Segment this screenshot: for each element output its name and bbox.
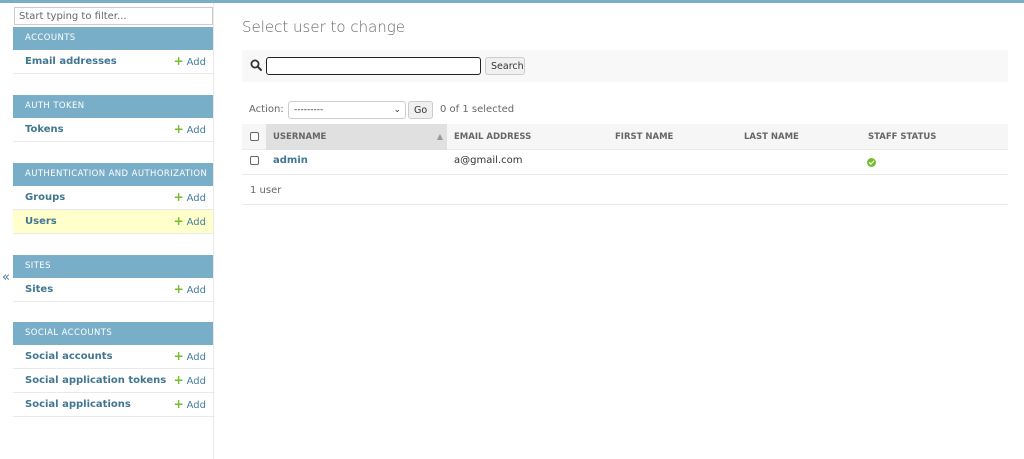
go-button[interactable]: Go bbox=[408, 101, 433, 119]
add-label: Add bbox=[186, 400, 206, 411]
column-header-staff-status[interactable]: STAFF STATUS bbox=[868, 124, 936, 150]
cell-username: admin bbox=[273, 150, 308, 175]
model-link-social-application-tokens[interactable]: Social application tokens bbox=[25, 375, 166, 386]
add-label: Add bbox=[186, 125, 206, 136]
column-label: USERNAME bbox=[273, 132, 327, 142]
sort-ascending-icon[interactable]: ▲ bbox=[437, 124, 443, 150]
plus-icon: + bbox=[173, 282, 184, 296]
plus-icon: + bbox=[173, 190, 184, 204]
column-header-last-name[interactable]: LAST NAME bbox=[744, 124, 799, 150]
column-header-username[interactable]: USERNAME ▲ bbox=[266, 124, 447, 150]
action-label: Action: bbox=[249, 104, 284, 115]
search-button[interactable]: Search bbox=[485, 57, 525, 75]
add-site-link[interactable]: + Add bbox=[174, 278, 206, 302]
plus-icon: + bbox=[173, 54, 184, 68]
add-group-link[interactable]: + Add bbox=[174, 186, 206, 210]
action-select-value: --------- bbox=[294, 105, 324, 115]
plus-icon: + bbox=[173, 122, 184, 136]
toggle-nav-sidebar-icon[interactable]: « bbox=[2, 270, 10, 285]
add-label: Add bbox=[186, 376, 206, 387]
sidebar-item-social-application-tokens: Social application tokens + Add bbox=[13, 369, 213, 393]
paginator: 1 user bbox=[242, 177, 1008, 205]
model-link-email-addresses[interactable]: Email addresses bbox=[25, 56, 117, 67]
plus-icon: + bbox=[173, 214, 184, 228]
plus-icon: + bbox=[173, 349, 184, 363]
add-token-link[interactable]: + Add bbox=[174, 118, 206, 142]
add-email-address-link[interactable]: + Add bbox=[174, 50, 206, 74]
cell-email: a@gmail.com bbox=[454, 155, 523, 166]
selection-counter: 0 of 1 selected bbox=[440, 104, 515, 115]
nav-sidebar: ACCOUNTS Email addresses +Add AUTH TOKEN… bbox=[13, 3, 214, 459]
add-label: Add bbox=[186, 57, 206, 68]
model-link-social-accounts[interactable]: Social accounts bbox=[25, 351, 113, 362]
add-social-application-token-link[interactable]: + Add bbox=[174, 369, 206, 393]
add-label: Add bbox=[186, 193, 206, 204]
sidebar-item-groups: Groups + Add bbox=[13, 186, 213, 210]
module-authentication-and-authorization: AUTHENTICATION AND AUTHORIZATION Groups … bbox=[13, 163, 213, 234]
model-link-sites[interactable]: Sites bbox=[25, 284, 53, 295]
module-auth-token: AUTH TOKEN Tokens + Add bbox=[13, 95, 213, 142]
add-label: Add bbox=[186, 217, 206, 228]
result-count: 1 user bbox=[250, 185, 282, 196]
row-checkbox[interactable] bbox=[250, 156, 259, 165]
model-link-users[interactable]: Users bbox=[25, 216, 57, 227]
sidebar-item-social-accounts: Social accounts + Add bbox=[13, 345, 213, 369]
result-list: USERNAME ▲ EMAIL ADDRESS FIRST NAME LAST… bbox=[242, 124, 1008, 175]
module-social-accounts: SOCIAL ACCOUNTS Social accounts + Add Soc… bbox=[13, 322, 213, 417]
select-all-checkbox[interactable] bbox=[250, 132, 259, 141]
sidebar-item-users: Users + Add bbox=[13, 210, 213, 234]
column-header-first-name[interactable]: FIRST NAME bbox=[615, 124, 673, 150]
model-link-tokens[interactable]: Tokens bbox=[25, 124, 64, 135]
check-circle-icon bbox=[867, 158, 876, 167]
chevron-down-icon: ⌄ bbox=[393, 105, 401, 115]
plus-icon: + bbox=[173, 373, 184, 387]
module-caption-accounts[interactable]: ACCOUNTS bbox=[13, 27, 213, 50]
search-icon bbox=[250, 59, 262, 71]
page-title: Select user to change bbox=[242, 18, 406, 36]
module-caption-auth[interactable]: AUTHENTICATION AND AUTHORIZATION bbox=[13, 163, 213, 186]
add-social-account-link[interactable]: + Add bbox=[174, 345, 206, 369]
model-link-groups[interactable]: Groups bbox=[25, 192, 65, 203]
column-header-email[interactable]: EMAIL ADDRESS bbox=[454, 124, 531, 150]
sidebar-item-social-applications: Social applications + Add bbox=[13, 393, 213, 417]
plus-icon: + bbox=[173, 397, 184, 411]
module-sites: SITES Sites + Add bbox=[13, 255, 213, 302]
sidebar-item-email-addresses: Email addresses + Add bbox=[13, 50, 213, 74]
module-caption-social-accounts[interactable]: SOCIAL ACCOUNTS bbox=[13, 322, 213, 345]
sidebar-item-tokens: Tokens + Add bbox=[13, 118, 213, 142]
module-caption-auth-token[interactable]: AUTH TOKEN bbox=[13, 95, 213, 118]
module-accounts: ACCOUNTS Email addresses + Add bbox=[13, 27, 213, 74]
add-label: Add bbox=[186, 285, 206, 296]
model-link-social-applications[interactable]: Social applications bbox=[25, 399, 131, 410]
add-label: Add bbox=[186, 352, 206, 363]
action-select[interactable]: --------- ⌄ bbox=[288, 101, 406, 119]
table-row: admin a@gmail.com bbox=[242, 150, 1008, 175]
add-social-application-link[interactable]: + Add bbox=[174, 393, 206, 417]
table-header: USERNAME ▲ EMAIL ADDRESS FIRST NAME LAST… bbox=[242, 124, 1008, 150]
add-user-link[interactable]: + Add bbox=[174, 210, 206, 234]
user-link[interactable]: admin bbox=[273, 155, 308, 166]
sidebar-item-sites: Sites + Add bbox=[13, 278, 213, 302]
search-toolbar: Search bbox=[242, 50, 1008, 82]
module-caption-sites[interactable]: SITES bbox=[13, 255, 213, 278]
search-input[interactable] bbox=[266, 57, 481, 75]
nav-filter-input[interactable] bbox=[14, 7, 213, 25]
actions-bar: Action: --------- ⌄ Go 0 of 1 selected bbox=[242, 101, 1008, 119]
